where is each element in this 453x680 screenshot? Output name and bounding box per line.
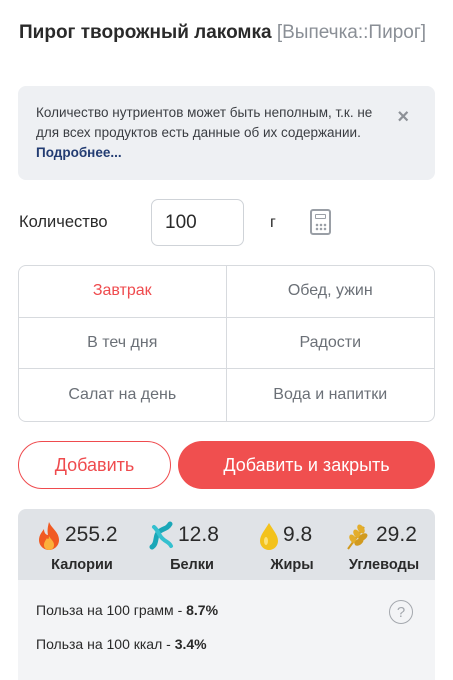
- calories-value: 255.2: [65, 523, 118, 546]
- nutrient-notice: Количество нутриентов может быть неполны…: [18, 86, 435, 180]
- notice-text: Количество нутриентов может быть неполны…: [36, 105, 373, 140]
- nutrient-calories: 255.2 Калории: [32, 521, 132, 577]
- fat-drop-icon: [260, 523, 278, 550]
- meal-selector: Завтрак Обед, ужин В теч дня Радости Сал…: [18, 265, 435, 422]
- nutrient-carbs: 29.2 Углеводы: [334, 521, 434, 577]
- benefit-per-100kcal-value: 3.4%: [174, 636, 207, 652]
- meal-option-lunch-dinner[interactable]: Обед, ужин: [226, 266, 434, 318]
- benefit-per-100g-value: 8.7%: [186, 602, 219, 618]
- meal-option-breakfast[interactable]: Завтрак: [19, 266, 227, 318]
- quantity-label: Количество: [19, 213, 108, 231]
- benefit-per-100g: Польза на 100 грамм - 8.7%: [36, 602, 218, 618]
- nutrient-protein: 12.8 Белки: [142, 521, 242, 577]
- help-icon[interactable]: ?: [389, 600, 413, 624]
- quantity-unit: г: [270, 214, 276, 231]
- meal-option-salad[interactable]: Салат на день: [19, 369, 227, 421]
- benefit-panel: Польза на 100 грамм - 8.7% Польза на 100…: [18, 580, 435, 680]
- fat-label: Жиры: [270, 557, 314, 573]
- notice-more-link[interactable]: Подробнее...: [36, 145, 122, 160]
- calories-label: Калории: [51, 557, 113, 573]
- benefit-per-100kcal-label: Польза на 100 ккал -: [36, 636, 175, 652]
- product-name: Пирог творожный лакомка: [19, 22, 272, 43]
- close-icon[interactable]: ×: [397, 107, 409, 127]
- nutrient-summary: 255.2 Калории 12.8 Белки 9.8 Жиры 29.2 У…: [18, 509, 435, 580]
- product-title: Пирог творожный лакомка [Выпечка::Пирог]: [19, 20, 439, 45]
- protein-label: Белки: [170, 557, 214, 573]
- carbs-value: 29.2: [376, 523, 417, 546]
- meal-option-during-day[interactable]: В теч дня: [19, 317, 227, 370]
- fire-icon: [39, 522, 59, 550]
- carbs-label: Углеводы: [348, 557, 420, 573]
- calculator-icon[interactable]: [310, 209, 331, 235]
- nutrient-fat: 9.8 Жиры: [242, 521, 342, 577]
- wheat-icon: [347, 524, 368, 550]
- quantity-input[interactable]: 100: [151, 199, 244, 246]
- fat-value: 9.8: [283, 523, 313, 546]
- product-category: [Выпечка::Пирог]: [276, 22, 427, 43]
- benefit-per-100kcal: Польза на 100 ккал - 3.4%: [36, 636, 207, 652]
- add-and-close-button[interactable]: Добавить и закрыть: [178, 441, 435, 489]
- add-button[interactable]: Добавить: [18, 441, 171, 489]
- meal-option-drinks[interactable]: Вода и напитки: [227, 369, 435, 421]
- benefit-per-100g-label: Польза на 100 грамм -: [36, 602, 187, 618]
- meal-option-treats[interactable]: Радости: [226, 318, 434, 370]
- protein-value: 12.8: [178, 523, 219, 546]
- protein-icon: [149, 521, 173, 550]
